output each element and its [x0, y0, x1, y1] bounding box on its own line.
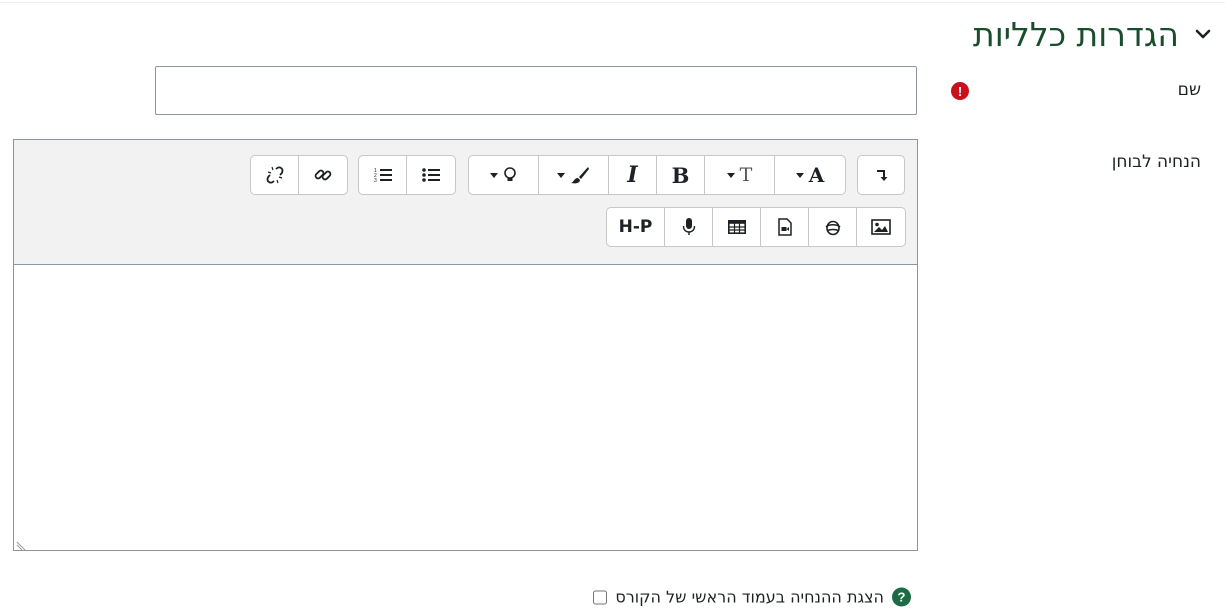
section-title: הגדרות כלליות [973, 14, 1179, 54]
resize-grip-icon[interactable] [16, 538, 26, 551]
editor-content-area[interactable] [14, 264, 917, 550]
toolbar-group-style: I B T A [468, 155, 846, 195]
image-icon[interactable] [857, 208, 905, 246]
top-divider [0, 2, 1225, 3]
text-size-glyph: T [739, 164, 753, 186]
h5p-icon[interactable]: H-P [607, 208, 665, 246]
exclamation-circle-icon: ! [951, 82, 969, 100]
editor-toolbar: I B T A 123 H-P [14, 140, 917, 265]
lightbulb-icon[interactable] [469, 156, 539, 194]
unlink-icon[interactable] [251, 156, 299, 194]
toolbar-group-collapse [857, 155, 905, 195]
bullet-list-icon[interactable] [407, 156, 455, 194]
bold-icon[interactable]: B [657, 156, 705, 194]
show-description-row: הצגת ההנחיה בעמוד הראשי של הקורס ? [593, 587, 917, 607]
toolbar-group-lists: 123 [358, 155, 456, 195]
toolbar-group-links [250, 155, 348, 195]
section-header-general[interactable]: הגדרות כלליות [973, 12, 1213, 56]
font-size-icon[interactable]: T [705, 156, 775, 194]
description-label: הנחיה לבוחן [1111, 152, 1201, 172]
name-label: שם [1177, 80, 1201, 100]
question-circle-icon[interactable]: ? [892, 587, 911, 607]
italic-icon[interactable]: I [609, 156, 657, 194]
text-style-icon[interactable]: A [775, 156, 845, 194]
show-description-label: הצגת ההנחיה בעמוד הראשי של הקורס [615, 587, 884, 607]
numbered-list-icon[interactable]: 123 [359, 156, 407, 194]
collapse-toolbar-icon[interactable] [858, 156, 904, 194]
toolbar-group-insert: H-P [606, 207, 906, 247]
name-input[interactable] [155, 66, 917, 115]
microphone-icon[interactable] [665, 208, 713, 246]
font-glyph: A [808, 163, 825, 187]
media-icon[interactable] [809, 208, 857, 246]
table-icon[interactable] [713, 208, 761, 246]
chevron-down-icon[interactable] [1193, 24, 1213, 44]
svg-text:3: 3 [374, 178, 377, 183]
brush-icon[interactable] [539, 156, 609, 194]
show-description-checkbox[interactable] [593, 590, 608, 604]
file-video-icon[interactable] [761, 208, 809, 246]
link-icon[interactable] [299, 156, 347, 194]
description-editor: I B T A 123 H-P [13, 139, 918, 551]
